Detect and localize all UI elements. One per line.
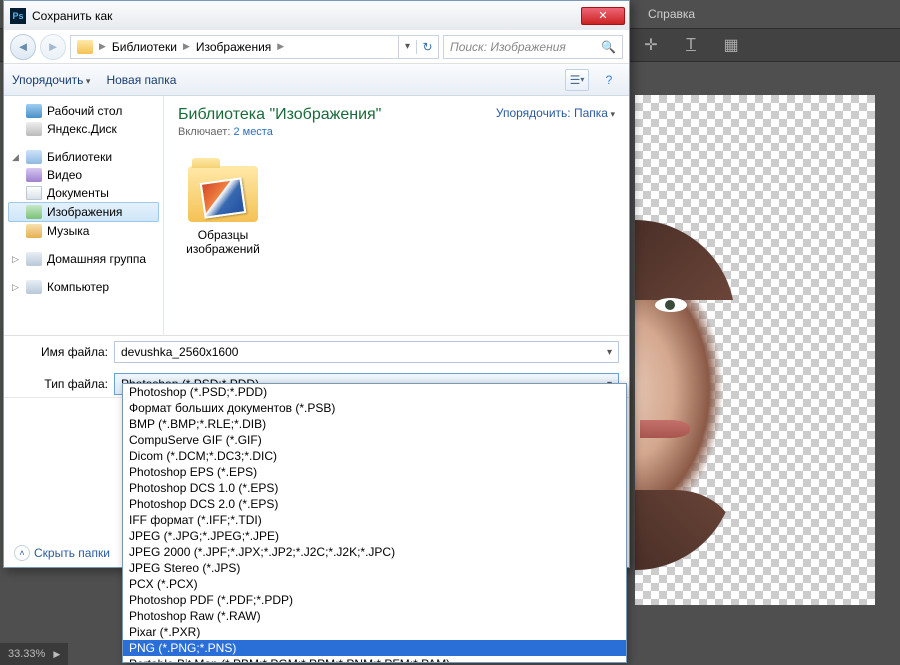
filetype-option[interactable]: Photoshop Raw (*.RAW) [123,608,626,624]
filetype-option[interactable]: IFF формат (*.IFF;*.TDI) [123,512,626,528]
filetype-label: Тип файла: [14,377,108,391]
file-list-area[interactable]: Библиотека "Изображения" Включает: 2 мес… [164,96,629,335]
chevron-right-icon[interactable]: ▶ [277,41,284,52]
chevron-right-icon[interactable]: ▶ [99,41,106,52]
forward-button[interactable]: ► [40,34,66,60]
chevron-right-icon[interactable]: ▶ [183,41,190,52]
close-button[interactable]: ✕ [581,7,625,25]
filetype-option[interactable]: JPEG Stereo (*.JPS) [123,560,626,576]
breadcrumb-dropdown[interactable]: ▾ [398,36,416,58]
tree-yandex-disk[interactable]: Яндекс.Диск [4,120,163,138]
ps-document-canvas[interactable] [635,95,875,605]
filename-row: Имя файла: devushka_2560x1600▾ [4,336,629,368]
filetype-option[interactable]: Portable Bit Map (*.PBM;*.PGM;*.PPM;*.PN… [123,656,626,663]
hide-folders-button[interactable]: ˄ Скрыть папки [14,545,110,561]
chevron-up-icon: ˄ [14,545,30,561]
menu-help[interactable]: Справка [648,7,695,21]
back-button[interactable]: ◄ [10,34,36,60]
expand-icon[interactable]: ▷ [12,254,21,265]
nav-row: ◄ ► ▶ Библиотеки ▶ Изображения ▶ ▾ ↻ Пои… [4,30,629,64]
filetype-option[interactable]: PCX (*.PCX) [123,576,626,592]
expand-icon[interactable]: ▷ [12,282,21,293]
nav-tree[interactable]: Рабочий стол Яндекс.Диск ◢Библиотеки Вид… [4,96,164,335]
library-subtitle: Включает: 2 места [178,126,381,138]
folder-label: Образцы изображений [178,228,268,256]
filetype-option[interactable]: CompuServe GIF (*.GIF) [123,432,626,448]
dialog-title: Сохранить как [32,9,112,23]
search-icon: 🔍 [601,40,616,54]
search-input[interactable]: Поиск: Изображения 🔍 [443,35,623,59]
ps-status-bar: 33.33% ▶ [0,643,68,665]
new-folder-button[interactable]: Новая папка [106,73,176,87]
arrange-control[interactable]: Упорядочить: Папка [496,106,615,120]
filetype-option[interactable]: Photoshop DCS 2.0 (*.EPS) [123,496,626,512]
dialog-toolbar: Упорядочить Новая папка ☰ ▾ ? [4,64,629,96]
tool-cursor-icon[interactable]: ✛ [640,34,662,56]
library-title: Библиотека "Изображения" [178,106,381,124]
filetype-option[interactable]: Dicom (*.DCM;*.DC3;*.DIC) [123,448,626,464]
filetype-option[interactable]: JPEG 2000 (*.JPF;*.JPX;*.JP2;*.J2C;*.J2K… [123,544,626,560]
filetype-option[interactable]: Photoshop (*.PSD;*.PDD) [123,384,626,400]
tree-desktop[interactable]: Рабочий стол [4,102,163,120]
dialog-titlebar[interactable]: Ps Сохранить как ✕ [4,1,629,30]
filetype-option[interactable]: BMP (*.BMP;*.RLE;*.DIB) [123,416,626,432]
dialog-body: Рабочий стол Яндекс.Диск ◢Библиотеки Вид… [4,96,629,336]
save-as-dialog: Ps Сохранить как ✕ ◄ ► ▶ Библиотеки ▶ Из… [3,0,630,568]
help-button[interactable]: ? [597,69,621,91]
tree-documents[interactable]: Документы [4,184,163,202]
breadcrumb-libraries[interactable]: Библиотеки [106,36,183,58]
breadcrumb-images[interactable]: Изображения [190,36,277,58]
collapse-icon[interactable]: ◢ [12,152,21,163]
organize-button[interactable]: Упорядочить [12,73,90,87]
filetype-option[interactable]: Photoshop PDF (*.PDF;*.PDP) [123,592,626,608]
portrait-image [635,220,735,570]
tree-images[interactable]: Изображения [8,202,159,222]
filetype-option[interactable]: Pixar (*.PXR) [123,624,626,640]
tool-text-icon[interactable]: T [680,34,702,56]
tree-video[interactable]: Видео [4,166,163,184]
filetype-option[interactable]: Photoshop EPS (*.EPS) [123,464,626,480]
filename-label: Имя файла: [14,345,108,359]
arrange-dropdown[interactable]: Папка [574,106,615,120]
chevron-down-icon[interactable]: ▾ [607,347,612,358]
filename-input[interactable]: devushka_2560x1600▾ [114,341,619,363]
folder-icon [188,166,258,222]
filetype-option[interactable]: PNG (*.PNG;*.PNS) [123,640,626,656]
zoom-level[interactable]: 33.33% [8,648,45,660]
library-icon [77,40,93,54]
tool-panel-icon[interactable]: ▦ [720,34,742,56]
filetype-option[interactable]: Photoshop DCS 1.0 (*.EPS) [123,480,626,496]
breadcrumb[interactable]: ▶ Библиотеки ▶ Изображения ▶ ▾ ↻ [70,35,439,59]
tree-libraries[interactable]: ◢Библиотеки [4,148,163,166]
search-placeholder: Поиск: Изображения [450,40,566,54]
filetype-option[interactable]: Формат больших документов (*.PSB) [123,400,626,416]
filetype-options-list[interactable]: Photoshop (*.PSD;*.PDD)Формат больших до… [122,383,627,663]
tree-computer[interactable]: ▷Компьютер [4,278,163,296]
view-mode-button[interactable]: ☰ ▾ [565,69,589,91]
filetype-option[interactable]: JPEG (*.JPG;*.JPEG;*.JPE) [123,528,626,544]
tree-music[interactable]: Музыка [4,222,163,240]
folder-sample-images[interactable]: Образцы изображений [178,166,268,256]
zoom-chevron-icon[interactable]: ▶ [53,649,60,660]
locations-link[interactable]: 2 места [233,126,272,138]
photoshop-icon: Ps [10,8,26,24]
tree-homegroup[interactable]: ▷Домашняя группа [4,250,163,268]
refresh-button[interactable]: ↻ [416,40,438,54]
